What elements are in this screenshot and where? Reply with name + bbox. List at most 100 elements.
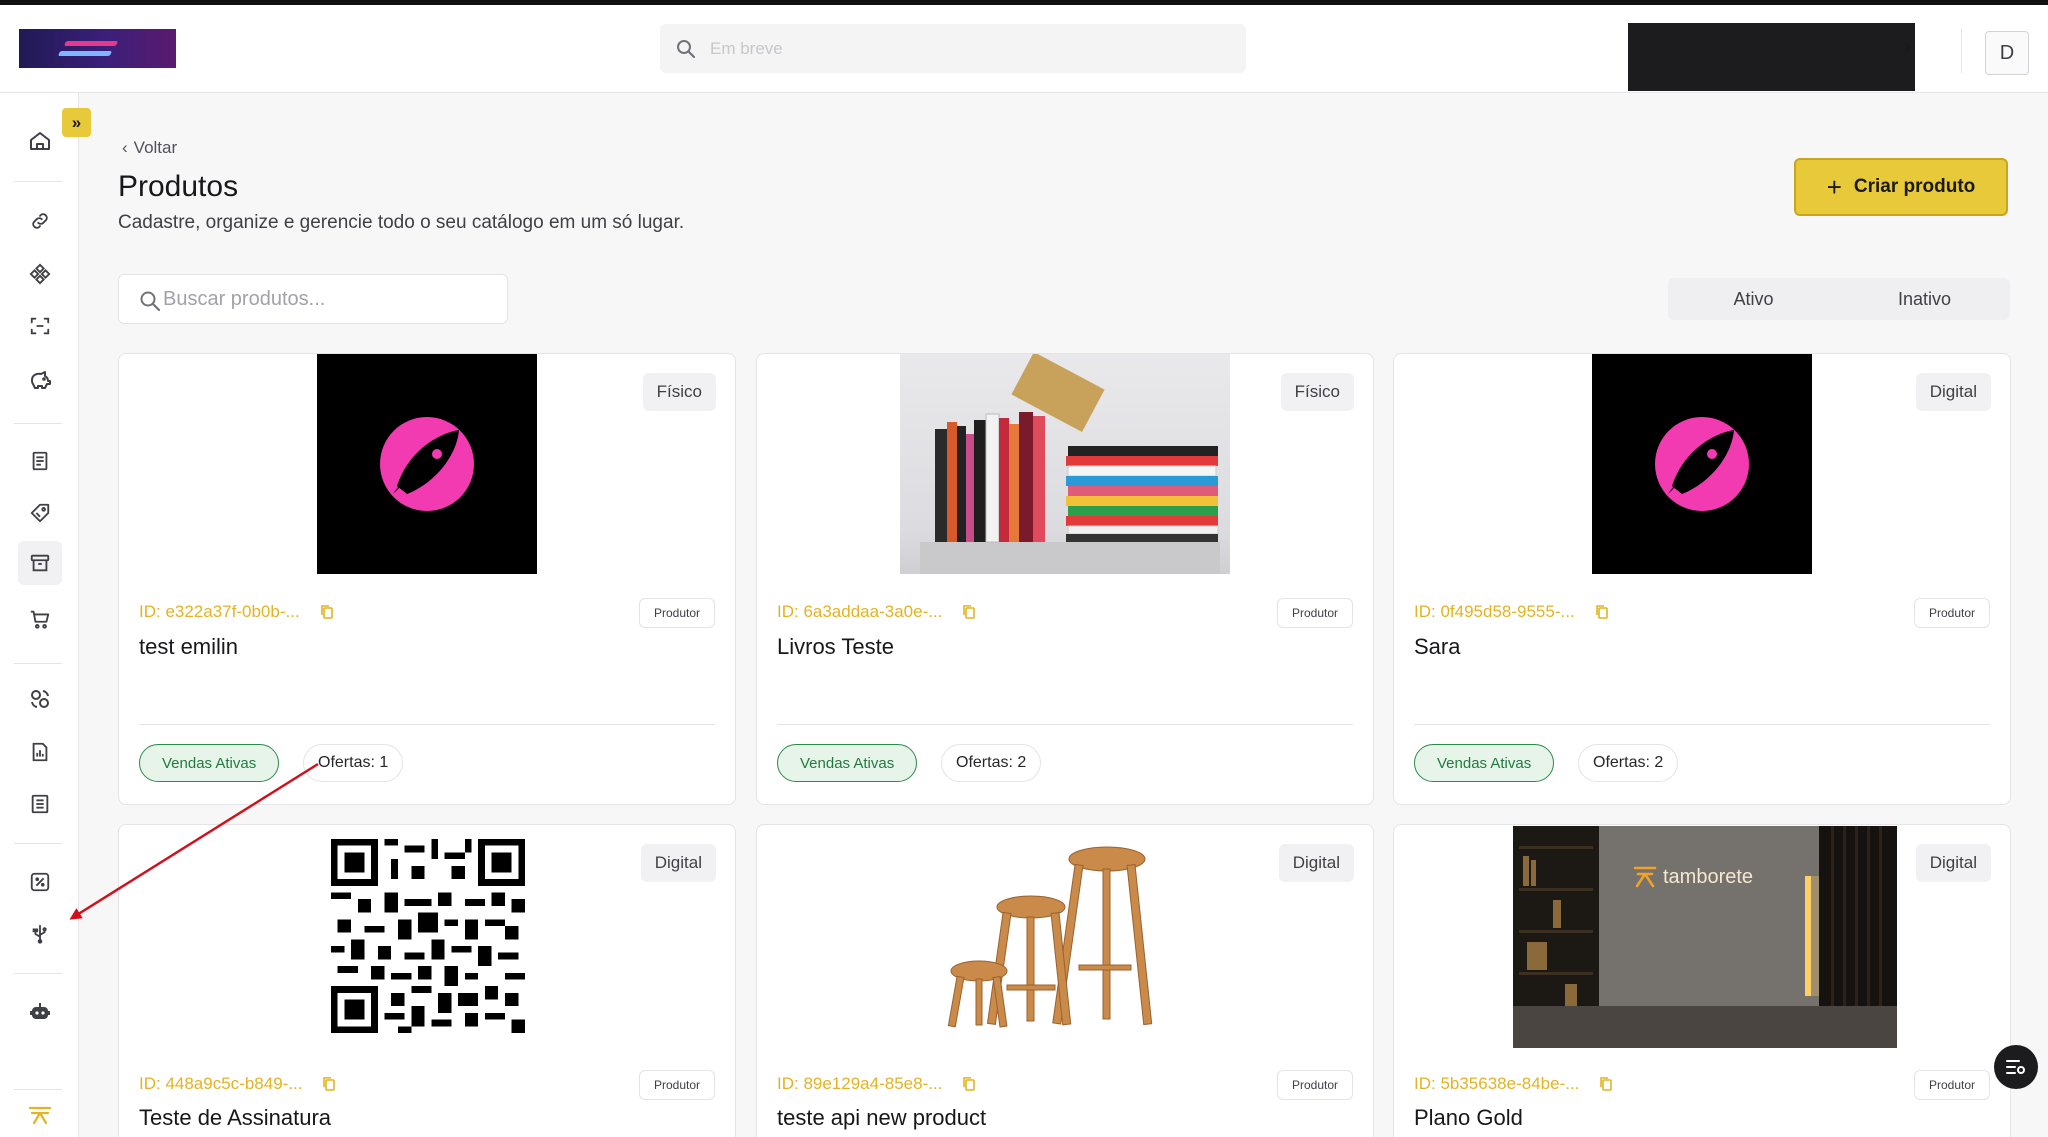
product-id: ID: 6a3addaa-3a0e-... [777,602,976,622]
product-type-badge: Digital [640,844,716,882]
copy-icon[interactable] [1595,604,1609,620]
sales-status-badge: Vendas Ativas [777,744,918,782]
chevron-right-icon[interactable]: › [1904,35,1911,58]
product-name: teste api new product [777,1105,987,1130]
product-name: test emilin [139,634,239,659]
floating-menu-button[interactable] [1994,1045,2038,1089]
offers-badge[interactable]: Ofertas: 2 [1578,744,1679,782]
copy-icon[interactable] [962,604,976,620]
product-id-text: ID: 0f495d58-9555-... [1414,602,1575,621]
status-filter: Ativo Inativo [1668,278,2010,320]
product-image-books [900,354,1230,574]
product-type-badge: Físico [642,373,716,411]
scan-icon[interactable] [26,312,54,340]
sidebar-divider [14,181,62,182]
back-label: Voltar [133,138,178,157]
copy-icon[interactable] [322,1076,336,1092]
copy-icon[interactable] [320,604,334,620]
link-icon[interactable] [26,207,54,235]
card-divider [777,724,1353,725]
product-type-badge: Digital [1278,844,1354,882]
copy-icon[interactable] [962,1076,976,1092]
user-avatar[interactable]: D [1985,31,2029,75]
product-id-text: ID: 5b35638e-84be-... [1414,1074,1580,1093]
logo-mark-icon[interactable] [26,1101,54,1129]
role-badge: Produtor [638,1070,715,1100]
offers-badge[interactable]: Ofertas: 2 [941,744,1042,782]
piggy-bank-icon[interactable] [26,366,54,394]
create-product-label: Criar produto [1853,176,1976,197]
chevron-left-icon: ‹ [122,138,128,157]
product-id: ID: 0f495d58-9555-... [1414,602,1609,622]
tag-icon[interactable] [26,499,54,527]
global-search[interactable] [660,24,1246,73]
role-badge: Produtor [638,598,715,628]
diamond-grid-icon[interactable] [26,260,54,288]
product-search-input[interactable] [163,275,493,323]
search-icon [140,291,161,312]
product-card[interactable]: Digital ID: 89e129a4-85e8-... Produtor t… [756,824,1374,1137]
cart-icon[interactable] [26,605,54,633]
product-id: ID: 448a9c5c-b849-... [139,1074,336,1094]
report-icon[interactable] [26,738,54,766]
product-image-stools [947,845,1187,1035]
product-image-rocket [1592,354,1812,574]
product-card[interactable]: Físico ID: e322a37f-0b0b-... Produtor te… [118,353,736,805]
top-header: › D [0,5,2048,93]
sales-status-badge: Vendas Ativas [1414,744,1555,782]
product-type-badge: Físico [1280,373,1354,411]
header-divider [1961,29,1962,73]
sidebar-divider [14,423,62,424]
global-search-input[interactable] [710,24,1210,73]
product-card[interactable]: tamborete Digital ID: 5b35638e-84be-... … [1393,824,2011,1137]
role-badge: Produtor [1913,598,1990,628]
sidebar-divider [14,663,62,664]
create-product-button[interactable]: + Criar produto [1794,158,2008,216]
product-type-badge: Digital [1915,844,1991,882]
sales-status-badge: Vendas Ativas [139,744,280,782]
product-search[interactable] [118,274,508,324]
usb-icon[interactable] [26,920,54,948]
page-title: Produtos [118,170,239,203]
offers-badge[interactable]: Ofertas: 1 [303,744,404,782]
product-name: Sara [1414,634,1461,659]
product-name: Livros Teste [777,634,894,659]
brand-logo[interactable] [19,29,176,68]
bot-icon[interactable] [26,997,54,1025]
product-id: ID: e322a37f-0b0b-... [139,602,334,622]
product-image-qr-code [331,839,525,1033]
archive-icon[interactable] [18,541,62,585]
percent-icon[interactable] [26,868,54,896]
list-icon[interactable] [26,790,54,818]
product-card[interactable]: Digital ID: 0f495d58-9555-... Produtor S… [1393,353,2011,805]
product-id: ID: 5b35638e-84be-... [1414,1074,1613,1094]
product-id-text: ID: 89e129a4-85e8-... [777,1074,943,1093]
redacted-area [1628,23,1915,91]
product-name: Plano Gold [1414,1105,1523,1130]
tab-inactive[interactable]: Inativo [1839,278,2010,320]
role-badge: Produtor [1276,598,1353,628]
product-card[interactable]: Digital ID: 448a9c5c-b849-... Produtor T… [118,824,736,1137]
tab-active[interactable]: Ativo [1668,278,1839,320]
role-badge: Produtor [1913,1070,1990,1100]
page-subtitle: Cadastre, organize e gerencie todo o seu… [118,212,685,233]
sidebar-divider [14,843,62,844]
card-divider [1414,724,1990,725]
tamborete-sign-text: tamborete [1663,866,1753,888]
sidebar-expand-button[interactable]: » [62,108,91,137]
back-link[interactable]: ‹ Voltar [122,138,177,158]
card-divider [139,724,715,725]
product-id-text: ID: e322a37f-0b0b-... [139,602,300,621]
receipt-icon[interactable] [26,447,54,475]
plus-icon: + [1826,172,1842,202]
search-icon [677,40,696,59]
sidebar [0,93,79,1137]
home-icon[interactable] [26,127,54,155]
sidebar-divider [14,1089,62,1090]
copy-icon[interactable] [1599,1076,1613,1092]
product-id: ID: 89e129a4-85e8-... [777,1074,976,1094]
role-badge: Produtor [1276,1070,1353,1100]
product-card[interactable]: Físico ID: 6a3addaa-3a0e-... Produtor Li… [756,353,1374,805]
users-cycle-icon[interactable] [26,685,54,713]
product-name: Teste de Assinatura [139,1105,332,1130]
